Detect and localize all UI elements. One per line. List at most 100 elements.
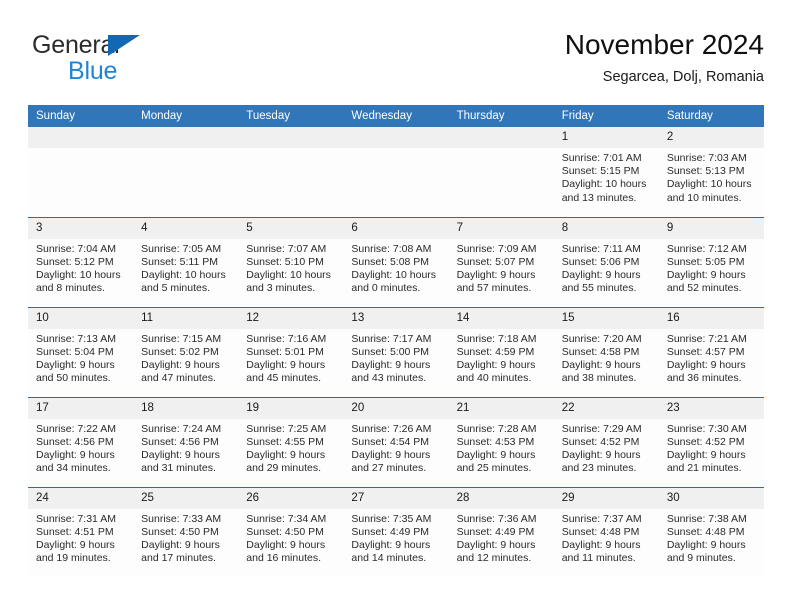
- calendar-day-cell[interactable]: 4 Sunrise: 7:05 AM Sunset: 5:11 PM Daylight…: [133, 216, 239, 307]
- calendar-day-cell-empty: [238, 127, 344, 217]
- day-number: 1: [553, 127, 659, 148]
- location-subtitle: Segarcea, Dolj, Romania: [602, 69, 764, 85]
- daylight-duration: Daylight: 10 hours and 13 minutes.: [561, 178, 647, 204]
- sunrise-time: Sunrise: 7:03 AM: [666, 152, 747, 164]
- calendar-day-cell[interactable]: 15 Sunrise: 7:20 AM Sunset: 4:58 PM Dayligh…: [553, 306, 659, 397]
- weekday-header-row: Sunday Monday Tuesday Wednesday Thursday Frid…: [28, 105, 764, 127]
- calendar-day-cell[interactable]: 28 Sunrise: 7:36 AM Sunset: 4:49 PM Dayligh…: [448, 486, 554, 577]
- logo-text-blue: Blue: [68, 57, 118, 85]
- calendar-day-cell[interactable]: 2 Sunrise: 7:03 AM Sunset: 5:13 PM Daylight…: [658, 127, 764, 217]
- sunrise-time: Sunrise: 7:33 AM: [141, 512, 222, 525]
- weekday-header-sunday: Sunday: [28, 105, 134, 127]
- calendar-day-cell[interactable]: 9 Sunrise: 7:12 AM Sunset: 5:05 PM Daylight…: [658, 216, 764, 307]
- day-number: 24: [28, 487, 134, 509]
- day-number: [133, 127, 239, 148]
- sunrise-time: Sunrise: 7:35 AM: [351, 512, 432, 525]
- weekday-header-tuesday: Tuesday: [238, 105, 344, 127]
- weekday-header-friday: Friday: [553, 105, 659, 127]
- day-number: 26: [238, 487, 344, 509]
- day-number: 19: [238, 397, 344, 419]
- day-details: Sunrise: 7:04 AM Sunset: 5:12 PM Daylight:…: [28, 239, 133, 296]
- sunset-time: Sunset: 4:54 PM: [351, 435, 430, 448]
- daylight-duration: Daylight: 10 hours and 8 minutes.: [36, 268, 121, 295]
- daylight-duration: Daylight: 9 hours and 25 minutes.: [456, 448, 536, 475]
- calendar-day-cell[interactable]: 13 Sunrise: 7:17 AM Sunset: 5:00 PM Dayligh…: [343, 306, 449, 397]
- calendar-day-cell[interactable]: 17 Sunrise: 7:22 AM Sunset: 4:56 PM Dayligh…: [28, 396, 134, 487]
- day-number: 29: [553, 487, 659, 509]
- calendar-day-cell[interactable]: 11 Sunrise: 7:15 AM Sunset: 5:02 PM Dayligh…: [133, 306, 239, 397]
- calendar-day-cell[interactable]: 29 Sunrise: 7:37 AM Sunset: 4:48 PM Dayligh…: [553, 486, 659, 577]
- day-number: 13: [343, 307, 449, 329]
- calendar-day-cell-empty: [133, 127, 239, 217]
- sunrise-time: Sunrise: 7:24 AM: [141, 422, 222, 435]
- day-details: Sunrise: 7:22 AM Sunset: 4:56 PM Daylight:…: [28, 419, 133, 476]
- day-number: [28, 127, 134, 148]
- page-header: General Blue November 2024 Segarcea, Dol…: [28, 28, 764, 98]
- calendar-day-cell-empty: [28, 127, 134, 217]
- sunset-time: Sunset: 5:01 PM: [246, 345, 324, 358]
- sunset-time: Sunset: 4:52 PM: [666, 435, 745, 448]
- daylight-duration: Daylight: 9 hours and 12 minutes.: [456, 538, 536, 565]
- daylight-duration: Daylight: 9 hours and 17 minutes.: [141, 538, 220, 565]
- day-details: Sunrise: 7:24 AM Sunset: 4:56 PM Daylight:…: [133, 419, 238, 476]
- calendar-day-cell[interactable]: 5 Sunrise: 7:07 AM Sunset: 5:10 PM Daylight…: [238, 216, 344, 307]
- sunset-time: Sunset: 5:11 PM: [141, 255, 218, 268]
- day-number: 7: [448, 217, 554, 239]
- calendar-day-cell[interactable]: 30 Sunrise: 7:38 AM Sunset: 4:48 PM Dayligh…: [658, 486, 764, 577]
- calendar-day-cell[interactable]: 7 Sunrise: 7:09 AM Sunset: 5:07 PM Daylight…: [448, 216, 554, 307]
- logo-triangle-icon: [108, 35, 140, 56]
- sunrise-time: Sunrise: 7:38 AM: [666, 512, 747, 525]
- day-details: Sunrise: 7:38 AM Sunset: 4:48 PM Daylight:…: [659, 509, 764, 566]
- sunrise-time: Sunrise: 7:25 AM: [246, 422, 327, 435]
- sunset-time: Sunset: 5:04 PM: [36, 345, 114, 358]
- sunset-time: Sunset: 4:56 PM: [36, 435, 114, 448]
- day-number: 14: [448, 307, 554, 329]
- calendar-day-cell[interactable]: 16 Sunrise: 7:21 AM Sunset: 4:57 PM Dayligh…: [658, 306, 764, 397]
- day-details: Sunrise: 7:15 AM Sunset: 5:02 PM Daylight:…: [133, 329, 238, 386]
- day-number: [448, 127, 554, 148]
- sunrise-time: Sunrise: 7:28 AM: [456, 422, 537, 435]
- sunrise-time: Sunrise: 7:21 AM: [666, 332, 747, 345]
- day-number: 15: [553, 307, 659, 329]
- day-details: Sunrise: 7:25 AM Sunset: 4:55 PM Daylight:…: [238, 419, 343, 476]
- day-details: Sunrise: 7:17 AM Sunset: 5:00 PM Daylight:…: [343, 329, 448, 386]
- daylight-duration: Daylight: 9 hours and 23 minutes.: [561, 448, 641, 475]
- daylight-duration: Daylight: 10 hours and 3 minutes.: [246, 268, 331, 295]
- calendar-day-cell[interactable]: 22 Sunrise: 7:29 AM Sunset: 4:52 PM Dayligh…: [553, 396, 659, 487]
- day-details: Sunrise: 7:36 AM Sunset: 4:49 PM Daylight:…: [449, 509, 554, 566]
- day-details: Sunrise: 7:18 AM Sunset: 4:59 PM Daylight:…: [449, 329, 554, 386]
- daylight-duration: Daylight: 9 hours and 40 minutes.: [456, 358, 536, 385]
- calendar-day-cell[interactable]: 6 Sunrise: 7:08 AM Sunset: 5:08 PM Daylight…: [343, 216, 449, 307]
- calendar-day-cell[interactable]: 14 Sunrise: 7:18 AM Sunset: 4:59 PM Dayligh…: [448, 306, 554, 397]
- calendar-day-cell[interactable]: 26 Sunrise: 7:34 AM Sunset: 4:50 PM Dayligh…: [238, 486, 344, 577]
- calendar-day-cell[interactable]: 10 Sunrise: 7:13 AM Sunset: 5:04 PM Dayligh…: [28, 306, 134, 397]
- calendar-day-cell[interactable]: 21 Sunrise: 7:28 AM Sunset: 4:53 PM Dayligh…: [448, 396, 554, 487]
- calendar-day-cell[interactable]: 27 Sunrise: 7:35 AM Sunset: 4:49 PM Dayligh…: [343, 486, 449, 577]
- calendar-day-cell[interactable]: 12 Sunrise: 7:16 AM Sunset: 5:01 PM Dayligh…: [238, 306, 344, 397]
- sunrise-time: Sunrise: 7:22 AM: [36, 422, 116, 435]
- day-number: 30: [658, 487, 764, 509]
- sunrise-time: Sunrise: 7:11 AM: [561, 242, 641, 255]
- day-number: 8: [553, 217, 659, 239]
- day-details: Sunrise: 7:29 AM Sunset: 4:52 PM Daylight:…: [554, 419, 659, 476]
- calendar-day-cell[interactable]: 1 Sunrise: 7:01 AM Sunset: 5:15 PM Daylight…: [553, 127, 659, 217]
- calendar-header-row: Sunday Monday Tuesday Wednesday Thursday Frid…: [28, 105, 764, 127]
- calendar-day-cell[interactable]: 20 Sunrise: 7:26 AM Sunset: 4:54 PM Dayligh…: [343, 396, 449, 487]
- calendar-day-cell[interactable]: 19 Sunrise: 7:25 AM Sunset: 4:55 PM Dayligh…: [238, 396, 344, 487]
- day-number: 23: [658, 397, 764, 419]
- calendar-day-cell[interactable]: 25 Sunrise: 7:33 AM Sunset: 4:50 PM Dayligh…: [133, 486, 239, 577]
- daylight-duration: Daylight: 10 hours and 5 minutes.: [141, 268, 226, 295]
- daylight-duration: Daylight: 10 hours and 10 minutes.: [666, 178, 752, 204]
- day-number: 3: [28, 217, 134, 239]
- calendar-day-cell[interactable]: 23 Sunrise: 7:30 AM Sunset: 4:52 PM Dayligh…: [658, 396, 764, 487]
- sunrise-time: Sunrise: 7:09 AM: [456, 242, 537, 255]
- sunset-time: Sunset: 4:48 PM: [561, 525, 640, 538]
- calendar-day-cell[interactable]: 18 Sunrise: 7:24 AM Sunset: 4:56 PM Dayligh…: [133, 396, 239, 487]
- day-details: Sunrise: 7:05 AM Sunset: 5:11 PM Daylight:…: [133, 239, 238, 296]
- calendar-day-cell[interactable]: 8 Sunrise: 7:11 AM Sunset: 5:06 PM Daylight…: [553, 216, 659, 307]
- day-details: Sunrise: 7:08 AM Sunset: 5:08 PM Daylight:…: [343, 239, 448, 296]
- calendar-day-cell[interactable]: 24 Sunrise: 7:31 AM Sunset: 4:51 PM Dayligh…: [28, 486, 134, 577]
- calendar-day-cell[interactable]: 3 Sunrise: 7:04 AM Sunset: 5:12 PM Daylight…: [28, 216, 134, 307]
- weekday-header-thursday: Thursday: [448, 105, 554, 127]
- day-details: Sunrise: 7:07 AM Sunset: 5:10 PM Daylight:…: [238, 239, 343, 296]
